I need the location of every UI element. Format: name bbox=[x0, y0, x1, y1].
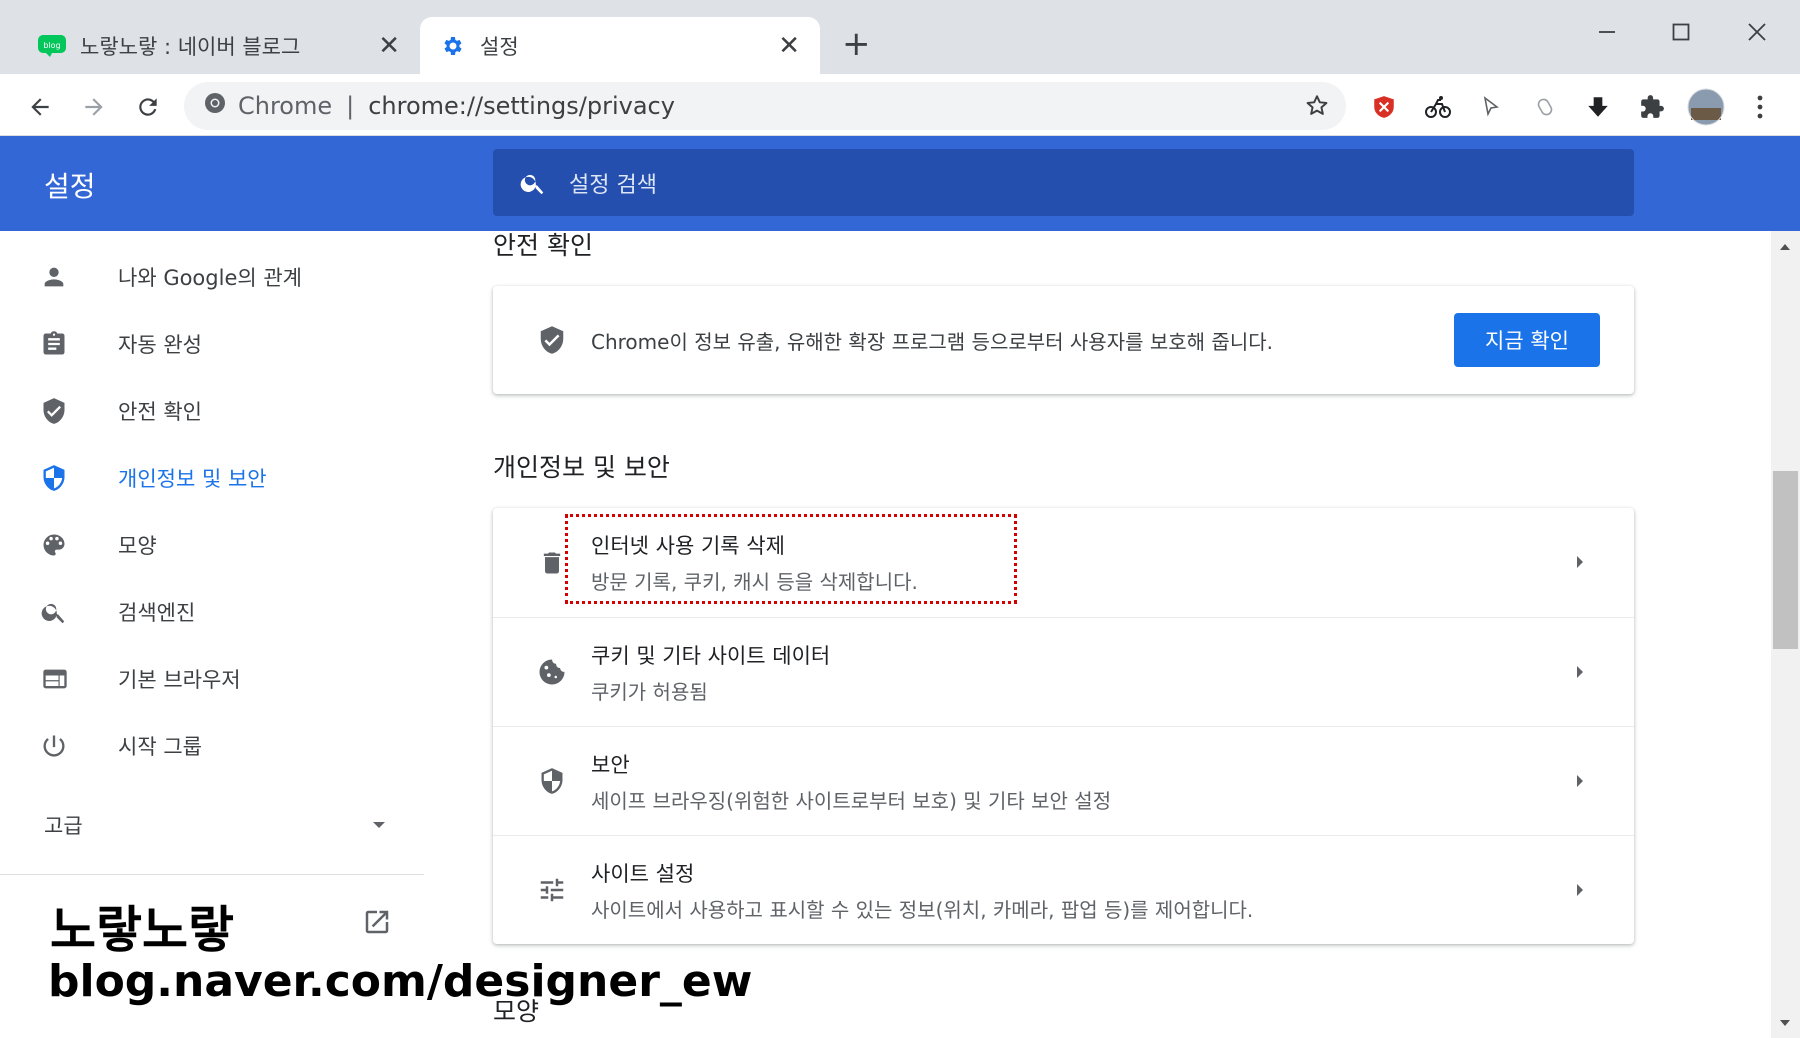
row-subtitle: 세이프 브라우징(위험한 사이트로부터 보호) 및 기타 보안 설정 bbox=[591, 788, 1112, 813]
search-placeholder: 설정 검색 bbox=[569, 172, 657, 198]
sidebar-item-google[interactable]: 나와 Google의 관계 bbox=[40, 249, 440, 305]
sidebar-item-label: 나와 Google의 관계 bbox=[118, 266, 303, 290]
row-subtitle: 사이트에서 사용하고 표시할 수 있는 정보(위치, 카메라, 팝업 등)를 제… bbox=[591, 897, 1254, 922]
safety-check-description: Chrome이 정보 유출, 유해한 확장 프로그램 등으로부터 사용자를 보호… bbox=[591, 329, 1273, 354]
list-item-cookies[interactable]: 쿠키 및 기타 사이트 데이터 쿠키가 허용됨 bbox=[493, 617, 1634, 726]
bookmark-star-icon[interactable] bbox=[1304, 93, 1330, 125]
minimize-button[interactable] bbox=[1582, 12, 1632, 52]
row-title: 보안 bbox=[591, 752, 630, 777]
close-icon[interactable]: ✕ bbox=[378, 31, 400, 61]
row-title: 사이트 설정 bbox=[591, 861, 695, 886]
sidebar-item-label: 자동 완성 bbox=[118, 333, 202, 357]
adblock-extension-icon[interactable] bbox=[1362, 85, 1406, 129]
external-link-icon[interactable] bbox=[362, 907, 392, 941]
list-item-security[interactable]: 보안 세이프 브라우징(위험한 사이트로부터 보호) 및 기타 보안 설정 bbox=[493, 726, 1634, 835]
check-now-button[interactable]: 지금 확인 bbox=[1454, 313, 1600, 367]
cookie-icon bbox=[527, 657, 577, 687]
omnibox-url: chrome://settings/privacy bbox=[368, 92, 675, 120]
download-extension-icon[interactable] bbox=[1576, 85, 1620, 129]
svg-text:blog: blog bbox=[43, 41, 60, 50]
safety-check-heading: 안전 확인 bbox=[493, 231, 593, 260]
tab-settings[interactable]: 설정 ✕ bbox=[420, 17, 820, 74]
tab-blog-title: 노랗노랗 : 네이버 블로그 bbox=[80, 34, 301, 59]
privacy-heading: 개인정보 및 보안 bbox=[493, 453, 670, 482]
chevron-right-icon bbox=[1572, 771, 1588, 795]
shield-check-icon bbox=[40, 397, 80, 425]
sidebar-item-label: 개인정보 및 보안 bbox=[118, 467, 267, 491]
close-icon[interactable]: ✕ bbox=[778, 31, 800, 61]
blog-icon: blog bbox=[38, 34, 66, 58]
omnibox-scheme-label: Chrome bbox=[238, 92, 333, 120]
chevron-down-icon[interactable] bbox=[370, 816, 388, 838]
settings-search-input[interactable]: 설정 검색 bbox=[493, 149, 1634, 216]
palette-icon bbox=[40, 531, 80, 559]
forward-arrow-icon bbox=[85, 98, 103, 116]
tune-icon bbox=[527, 875, 577, 905]
clipboard-icon bbox=[40, 330, 80, 358]
sidebar-item-label: 검색엔진 bbox=[118, 601, 196, 625]
sidebar-item-startup[interactable]: 시작 그룹 bbox=[40, 718, 440, 774]
address-bar[interactable]: Chrome | chrome://settings/privacy bbox=[184, 82, 1346, 130]
scroll-up-arrow-icon[interactable] bbox=[1777, 238, 1793, 257]
sidebar-divider bbox=[0, 874, 424, 875]
puzzle-extensions-icon[interactable] bbox=[1630, 85, 1674, 129]
watermark-name: 노랗노랗 bbox=[50, 901, 234, 959]
sidebar-item-autofill[interactable]: 자동 완성 bbox=[40, 316, 440, 372]
annotation-highlight-box bbox=[565, 514, 1017, 604]
scrollbar-thumb[interactable] bbox=[1773, 471, 1798, 649]
new-tab-button[interactable]: + bbox=[842, 24, 871, 64]
row-title: 쿠키 및 기타 사이트 데이터 bbox=[591, 643, 831, 668]
tab-blog[interactable]: blog 노랗노랗 : 네이버 블로그 ✕ bbox=[20, 17, 420, 74]
person-icon bbox=[40, 263, 80, 291]
back-arrow-icon bbox=[31, 98, 49, 116]
sidebar-item-label: 안전 확인 bbox=[118, 400, 202, 424]
sidebar-item-default-browser[interactable]: 기본 브라우저 bbox=[40, 651, 440, 707]
row-subtitle: 쿠키가 허용됨 bbox=[591, 679, 708, 704]
back-button[interactable] bbox=[18, 85, 62, 129]
sidebar-item-safety-check[interactable]: 안전 확인 bbox=[40, 383, 440, 439]
search-icon bbox=[40, 598, 80, 626]
reload-button[interactable] bbox=[126, 85, 170, 129]
safety-check-card: Chrome이 정보 유출, 유해한 확장 프로그램 등으로부터 사용자를 보호… bbox=[493, 286, 1634, 394]
list-item-site-settings[interactable]: 사이트 설정 사이트에서 사용하고 표시할 수 있는 정보(위치, 카메라, 팝… bbox=[493, 835, 1634, 944]
close-window-button[interactable] bbox=[1732, 12, 1782, 52]
sidebar-item-appearance[interactable]: 모양 bbox=[40, 517, 440, 573]
sidebar-advanced-label[interactable]: 고급 bbox=[44, 810, 83, 840]
forward-button[interactable] bbox=[72, 85, 116, 129]
security-shield-icon bbox=[527, 766, 577, 796]
scroll-down-arrow-icon[interactable] bbox=[1777, 1014, 1793, 1033]
maximize-button[interactable] bbox=[1656, 12, 1706, 52]
page-title: 설정 bbox=[44, 170, 96, 203]
bicycle-extension-icon[interactable] bbox=[1416, 85, 1460, 129]
shield-privacy-icon bbox=[40, 464, 80, 492]
cursor-extension-icon[interactable] bbox=[1469, 85, 1513, 129]
chevron-right-icon bbox=[1572, 880, 1588, 904]
sidebar-item-search-engine[interactable]: 검색엔진 bbox=[40, 584, 440, 640]
chevron-right-icon bbox=[1572, 552, 1588, 576]
more-menu-icon[interactable] bbox=[1738, 85, 1782, 129]
shield-check-icon bbox=[527, 325, 577, 355]
tab-settings-title: 설정 bbox=[480, 34, 519, 59]
reload-icon bbox=[139, 98, 157, 116]
chevron-right-icon bbox=[1572, 662, 1588, 686]
safety-check-row: Chrome이 정보 유출, 유해한 확장 프로그램 등으로부터 사용자를 보호… bbox=[493, 286, 1634, 394]
sidebar-item-label: 모양 bbox=[118, 534, 157, 558]
search-icon bbox=[519, 169, 547, 197]
sidebar-item-label: 기본 브라우저 bbox=[118, 668, 241, 692]
power-icon bbox=[40, 732, 80, 760]
chrome-logo-icon bbox=[204, 92, 226, 120]
avatar[interactable] bbox=[1684, 85, 1728, 129]
sidebar-item-privacy[interactable]: 개인정보 및 보안 bbox=[40, 450, 440, 506]
watermark-url: blog.naver.com/designer_ew bbox=[48, 956, 753, 1007]
gear-icon bbox=[438, 34, 466, 58]
mouse-extension-icon[interactable] bbox=[1523, 85, 1567, 129]
browser-icon bbox=[40, 665, 80, 693]
sidebar-item-label: 시작 그룹 bbox=[118, 735, 202, 759]
